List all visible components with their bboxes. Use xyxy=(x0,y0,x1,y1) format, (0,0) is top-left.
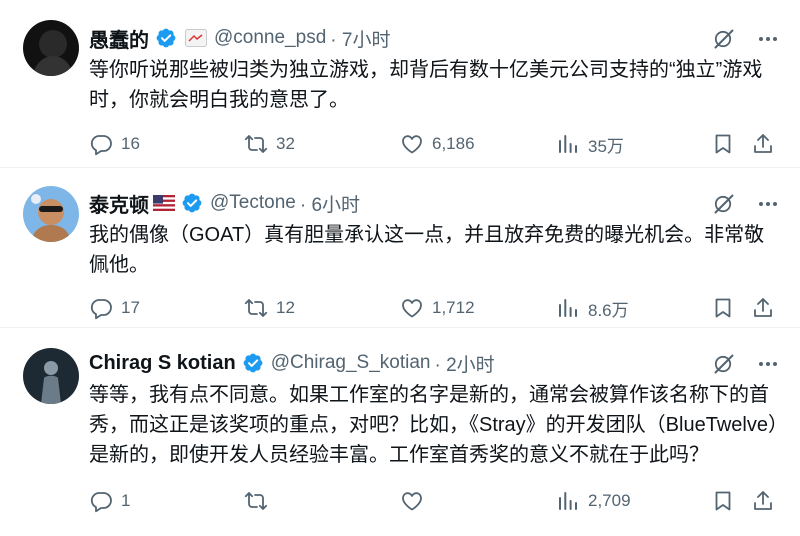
more-icon[interactable] xyxy=(756,27,780,51)
view-count: 2,709 xyxy=(588,491,631,510)
more-icon[interactable] xyxy=(756,192,780,216)
action-bar: 16 32 6,186 35万 xyxy=(89,129,780,159)
retweet-icon xyxy=(244,132,268,156)
retweet-icon xyxy=(244,489,268,513)
share-icon xyxy=(751,489,775,513)
grok-icon[interactable] xyxy=(712,352,736,376)
views-button[interactable]: 8.6万 xyxy=(556,296,629,321)
like-count: 6,186 xyxy=(432,134,475,153)
views-button[interactable]: 2,709 xyxy=(556,489,631,513)
flag-icon xyxy=(153,195,175,211)
view-count: 8.6万 xyxy=(588,300,629,320)
display-name[interactable]: 愚蠢的 xyxy=(89,24,149,53)
grok-icon[interactable] xyxy=(712,27,736,51)
retweet-icon xyxy=(244,296,268,320)
reply-icon xyxy=(89,489,113,513)
timestamp[interactable]: · 2小时 xyxy=(434,350,494,377)
timestamp[interactable]: · 7小时 xyxy=(330,25,390,52)
share-button[interactable] xyxy=(751,489,775,513)
avatar[interactable] xyxy=(23,186,79,242)
like-count: 1,712 xyxy=(432,298,475,317)
tweet-header: Chirag S kotian @Chirag_S_kotian · 2小时 xyxy=(89,346,780,380)
timestamp[interactable]: · 6小时 xyxy=(300,190,360,217)
avatar[interactable] xyxy=(23,20,79,76)
like-icon xyxy=(400,296,424,320)
bookmark-button[interactable] xyxy=(711,489,735,513)
handle[interactable]: @conne_psd xyxy=(214,27,326,49)
bookmark-icon xyxy=(711,489,735,513)
avatar[interactable] xyxy=(23,348,79,404)
tweet-text: 等你听说那些被归类为独立游戏，却背后有数十亿美元公司支持的“独立”游戏时，你就会… xyxy=(89,59,763,111)
reply-icon xyxy=(89,132,113,156)
bookmark-button[interactable] xyxy=(711,296,735,320)
bookmark-icon xyxy=(711,296,735,320)
verified-icon xyxy=(242,352,264,374)
more-icon[interactable] xyxy=(756,352,780,376)
like-button[interactable] xyxy=(400,489,432,513)
like-button[interactable]: 1,712 xyxy=(400,296,475,320)
views-icon xyxy=(556,132,580,156)
retweet-button[interactable]: 12 xyxy=(244,296,295,320)
like-icon xyxy=(400,132,424,156)
tweet-text: 我的偶像（GOAT）真有胆量承认这一点，并且放弃免费的曝光机会。非常敬佩他。 xyxy=(89,224,765,276)
action-bar: 17 12 1,712 8.6万 xyxy=(89,293,780,323)
reply-button[interactable]: 16 xyxy=(89,132,140,156)
bookmark-button[interactable] xyxy=(711,132,735,156)
share-icon xyxy=(751,132,775,156)
reply-count: 16 xyxy=(121,134,140,153)
share-button[interactable] xyxy=(751,132,775,156)
display-name[interactable]: 泰克顿 xyxy=(89,189,149,218)
reply-count: 17 xyxy=(121,298,140,317)
handle[interactable]: @Chirag_S_kotian xyxy=(271,352,431,374)
like-button[interactable]: 6,186 xyxy=(400,132,475,156)
verified-icon xyxy=(155,27,177,49)
handle[interactable]: @Tectone xyxy=(210,192,296,214)
tweet-header: 泰克顿 @Tectone · 6小时 xyxy=(89,186,780,220)
grok-icon[interactable] xyxy=(712,192,736,216)
view-count: 35万 xyxy=(588,136,624,156)
views-icon xyxy=(556,489,580,513)
tweet[interactable]: Chirag S kotian @Chirag_S_kotian · 2小时 等… xyxy=(0,328,800,536)
share-icon xyxy=(751,296,775,320)
action-bar: 1 2,709 xyxy=(89,486,780,516)
verified-icon xyxy=(181,192,203,214)
tweet[interactable]: 泰克顿 @Tectone · 6小时 我的偶像（GOAT）真有胆量承认这一点，并… xyxy=(0,168,800,328)
views-button[interactable]: 35万 xyxy=(556,132,624,157)
retweet-button[interactable]: 32 xyxy=(244,132,295,156)
display-name[interactable]: Chirag S kotian xyxy=(89,352,236,375)
like-icon xyxy=(400,489,424,513)
reply-button[interactable]: 1 xyxy=(89,489,130,513)
tweet-text: 等等，我有点不同意。如果工作室的名字是新的，通常会被算作该名称下的首秀，而这正是… xyxy=(89,384,778,466)
retweet-count: 12 xyxy=(276,298,295,317)
tweet[interactable]: 愚蠢的 @conne_psd · 7小时 等你听说那些被归类为独立游戏，却背后有… xyxy=(0,0,800,168)
share-button[interactable] xyxy=(751,296,775,320)
affiliate-badge-icon xyxy=(185,29,207,47)
views-icon xyxy=(556,296,580,320)
retweet-count: 32 xyxy=(276,134,295,153)
tweet-header: 愚蠢的 @conne_psd · 7小时 xyxy=(89,21,780,55)
reply-button[interactable]: 17 xyxy=(89,296,140,320)
retweet-button[interactable] xyxy=(244,489,276,513)
reply-count: 1 xyxy=(121,491,131,510)
bookmark-icon xyxy=(711,132,735,156)
reply-icon xyxy=(89,296,113,320)
